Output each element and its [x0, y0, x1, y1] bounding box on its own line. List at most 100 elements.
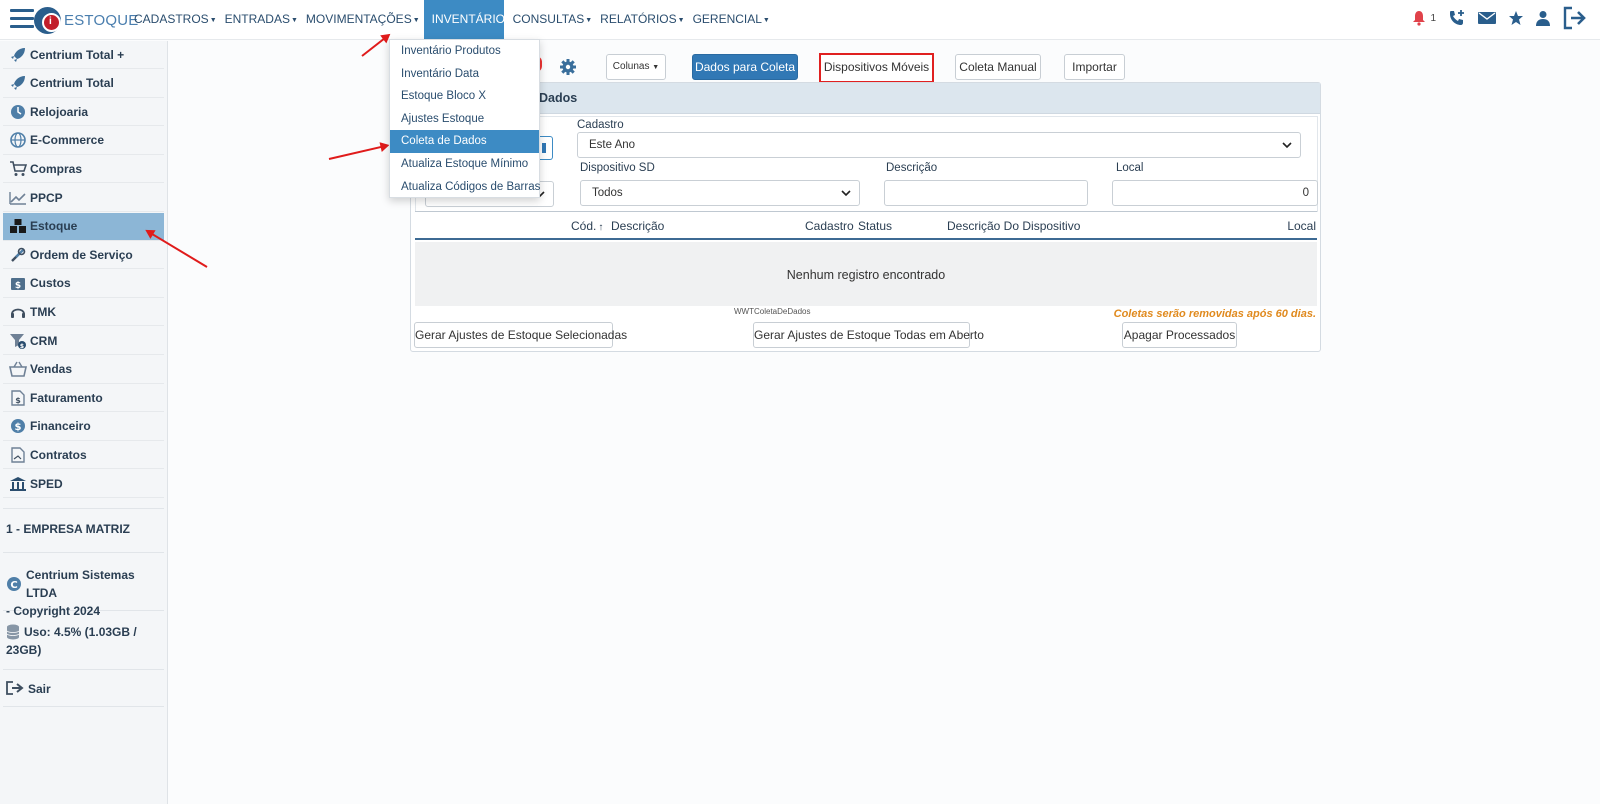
column-status[interactable]: Status — [858, 219, 892, 233]
sidebar-item-centrium-total[interactable]: Centrium Total — [3, 70, 164, 98]
copyright-icon: C — [6, 576, 22, 592]
sidebar-item-vendas[interactable]: Vendas — [3, 356, 164, 384]
dropdown-item-coleta-de-dados[interactable]: Coleta de Dados — [390, 130, 539, 153]
delete-processed-button[interactable]: Apagar Processados — [1122, 322, 1237, 348]
menu-consultas[interactable]: CONSULTAS▼ — [504, 0, 597, 40]
dropdown-item-atualiza-estoque-minimo[interactable]: Atualiza Estoque Mínimo — [390, 153, 539, 176]
column-descricao[interactable]: Descrição — [611, 219, 664, 233]
funnel-icon: $ — [8, 332, 28, 350]
sidebar-item-label: Estoque — [30, 219, 78, 234]
cadastro-select[interactable]: Este Ano — [577, 132, 1301, 158]
caret-down-icon: ▼ — [412, 17, 420, 24]
sign-out-icon — [6, 681, 24, 695]
caret-down-icon: ▼ — [652, 64, 660, 71]
menu-movimentacoes[interactable]: MOVIMENTAÇÕES▼ — [302, 0, 424, 40]
sidebar-item-faturamento[interactable]: $ Faturamento — [3, 384, 164, 413]
svg-text:$: $ — [15, 281, 21, 291]
chevron-down-icon — [841, 190, 851, 197]
import-button[interactable]: Importar — [1064, 54, 1125, 80]
sidebar-item-financeiro[interactable]: $ Financeiro — [3, 413, 164, 441]
user-icon[interactable] — [1536, 10, 1550, 26]
dropdown-item-ajustes-estoque[interactable]: Ajustes Estoque — [390, 108, 539, 131]
usage-line2: 23GB) — [6, 643, 42, 657]
mobile-devices-button[interactable]: Dispositivos Móveis — [819, 53, 934, 83]
generate-all-button[interactable]: Gerar Ajustes de Estoque Todas em Aberto — [753, 322, 984, 348]
descricao-label: Descrição — [886, 162, 938, 174]
rocket-icon — [8, 74, 28, 92]
dropdown-item-estoque-bloco-x[interactable]: Estoque Bloco X — [390, 85, 539, 108]
invoice-icon: $ — [8, 389, 28, 407]
sidebar-item-tmk[interactable]: TMK — [3, 298, 164, 327]
column-codigo[interactable]: Cód. ↑ — [571, 219, 603, 233]
company-name: 1 - EMPRESA MATRIZ — [6, 522, 131, 536]
sidebar-item-label: Compras — [30, 161, 83, 176]
data-collection-button[interactable]: Dados para Coleta — [692, 54, 798, 80]
globe-icon — [8, 131, 28, 149]
dispositivo-select[interactable]: Todos — [580, 180, 860, 206]
menu-cadastros[interactable]: CADASTROS▼ — [130, 0, 221, 40]
headset-icon — [8, 303, 28, 321]
sort-up-icon: ↑ — [598, 222, 604, 233]
sidebar-item-centrium-total-plus[interactable]: Centrium Total + — [3, 41, 164, 69]
sidebar-item-compras[interactable]: Compras — [3, 155, 164, 184]
local-input[interactable]: 0 — [1112, 180, 1318, 206]
table-body: Nenhum registro encontrado — [415, 242, 1317, 306]
dollar-icon: $ — [8, 417, 28, 435]
sidebar-item-contratos[interactable]: Contratos — [3, 441, 164, 470]
svg-text:$: $ — [15, 396, 21, 405]
sidebar-item-sped[interactable]: SPED — [3, 470, 164, 498]
logout-icon[interactable] — [1562, 6, 1588, 30]
phone-add-icon[interactable] — [1448, 9, 1466, 27]
caret-down-icon: ▼ — [290, 17, 298, 24]
panel-title: Dados — [539, 91, 578, 105]
annotation-arrow — [328, 144, 388, 160]
sidebar-item-relojoaria[interactable]: Relojoaria — [3, 98, 164, 127]
column-cadastro[interactable]: Cadastro — [805, 219, 854, 233]
sidebar-item-estoque[interactable]: Estoque — [3, 212, 164, 241]
logout-label: Sair — [28, 682, 51, 696]
dropdown-item-inventario-data[interactable]: Inventário Data — [390, 63, 539, 86]
descricao-input[interactable] — [884, 180, 1088, 206]
menu-gerencial[interactable]: GERENCIAL▼ — [689, 0, 774, 40]
column-descricao-dispositivo[interactable]: Descrição Do Dispositivo — [947, 219, 1080, 233]
grid-id-label: WWTColetaDeDados — [734, 307, 811, 316]
sidebar-item-label: Contratos — [30, 447, 87, 462]
sidebar-item-ppcp[interactable]: PPCP — [3, 184, 164, 212]
sidebar-logout[interactable]: Sair — [3, 671, 164, 707]
column-local[interactable]: Local — [1287, 219, 1316, 233]
generate-selected-button[interactable]: Gerar Ajustes de Estoque Selecionadas — [414, 322, 627, 348]
bell-icon[interactable] — [1412, 10, 1426, 26]
dropdown-item-atualiza-codigos-barras[interactable]: Atualiza Códigos de Barras — [390, 176, 540, 199]
hamburger-menu-icon[interactable] — [10, 9, 34, 31]
gear-icon[interactable] — [559, 58, 577, 79]
columns-button[interactable]: Colunas ▼ — [606, 54, 666, 80]
dispositivo-value: Todos — [592, 187, 623, 199]
menu-inventario[interactable]: INVENTÁRIO▼ — [423, 0, 513, 40]
sidebar-item-label: Centrium Total — [30, 76, 114, 91]
menu-relatorios[interactable]: RELATÓRIOS▼ — [596, 0, 688, 40]
mail-icon[interactable] — [1478, 11, 1496, 25]
dropdown-item-inventario-produtos[interactable]: Inventário Produtos — [390, 40, 539, 63]
basket-icon — [8, 360, 28, 378]
menu-entradas[interactable]: ENTRADAS▼ — [221, 0, 302, 40]
boxes-icon — [8, 217, 28, 235]
database-icon — [6, 624, 20, 640]
manual-collection-button[interactable]: Coleta Manual — [955, 54, 1041, 80]
sidebar-item-label: Ordem de Serviço — [30, 247, 133, 262]
local-label: Local — [1116, 162, 1144, 174]
tools-icon — [8, 246, 28, 264]
star-icon[interactable] — [1508, 10, 1524, 26]
storage-usage: Uso: 4.5% (1.03GB / 23GB) — [3, 612, 164, 670]
sidebar-item-ordem-de-servico[interactable]: Ordem de Serviço — [3, 241, 164, 270]
usage-line1: Uso: 4.5% (1.03GB / — [24, 625, 137, 639]
rocket-icon — [8, 46, 28, 64]
sidebar-item-label: Vendas — [30, 362, 73, 377]
sidebar-item-custos[interactable]: $ Custos — [3, 270, 164, 298]
notification-count: 1 — [1430, 12, 1436, 24]
sidebar-item-label: Custos — [30, 276, 71, 291]
cart-icon — [8, 160, 28, 178]
sidebar-item-e-commerce[interactable]: E-Commerce — [3, 127, 164, 155]
svg-text:C: C — [10, 580, 17, 591]
sidebar-item-crm[interactable]: $ CRM — [3, 327, 164, 355]
retention-warning: Coletas serão removidas após 60 dias. — [1113, 308, 1316, 320]
